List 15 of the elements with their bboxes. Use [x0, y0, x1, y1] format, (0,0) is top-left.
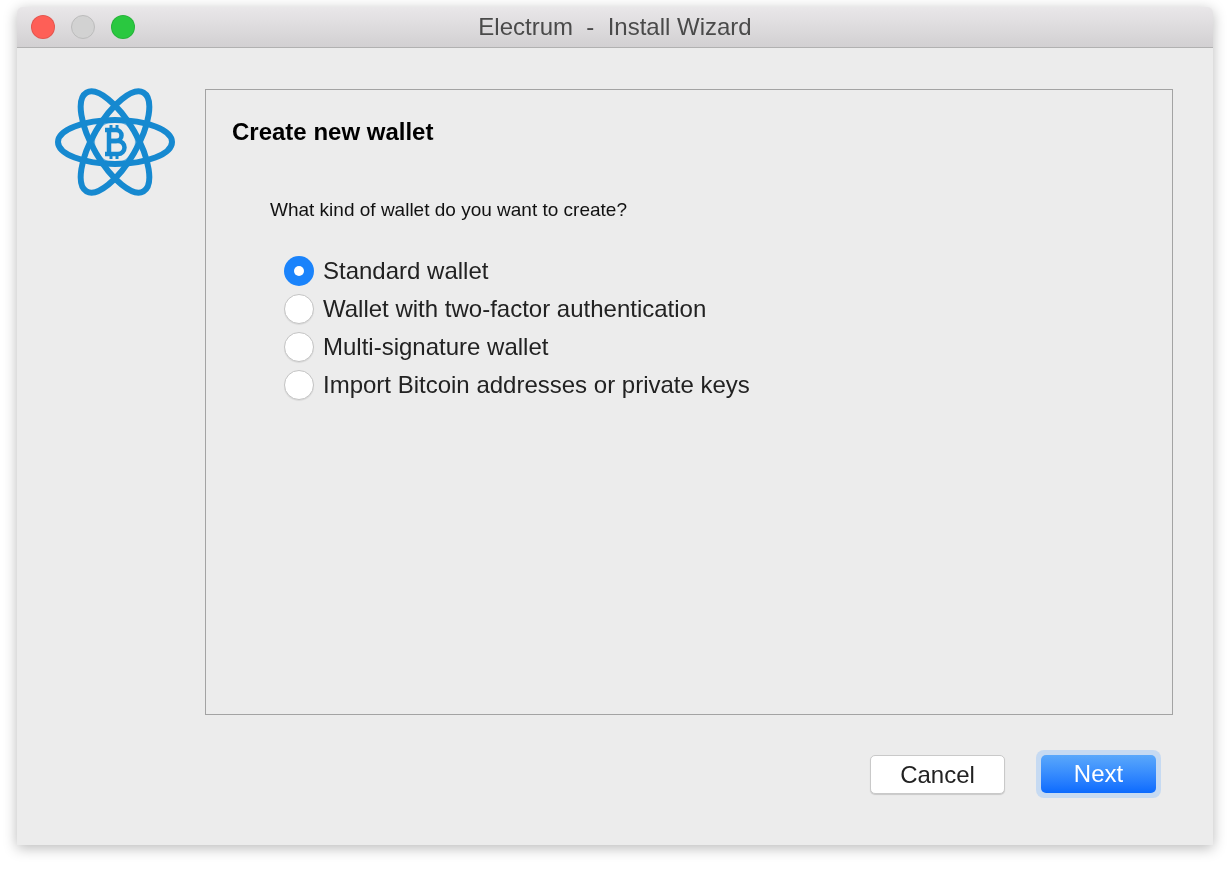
option-label[interactable]: Import Bitcoin addresses or private keys [323, 370, 750, 400]
zoom-icon[interactable] [111, 15, 135, 39]
radio-icon[interactable] [284, 332, 314, 362]
atom-logo-icon [55, 88, 175, 196]
option-label[interactable]: Standard wallet [323, 256, 489, 286]
radio-icon[interactable] [284, 294, 314, 324]
window-title: Electrum - Install Wizard [478, 12, 752, 42]
radio-icon[interactable] [284, 370, 314, 400]
radio-selected-icon[interactable] [284, 256, 314, 286]
close-icon[interactable] [31, 15, 55, 39]
question-text: What kind of wallet do you want to create? [270, 198, 627, 222]
cancel-button[interactable]: Cancel [870, 754, 1005, 794]
page-heading: Create new wallet [232, 117, 434, 147]
option-label[interactable]: Wallet with two-factor authentication [323, 294, 707, 324]
option-label[interactable]: Multi-signature wallet [323, 332, 549, 362]
